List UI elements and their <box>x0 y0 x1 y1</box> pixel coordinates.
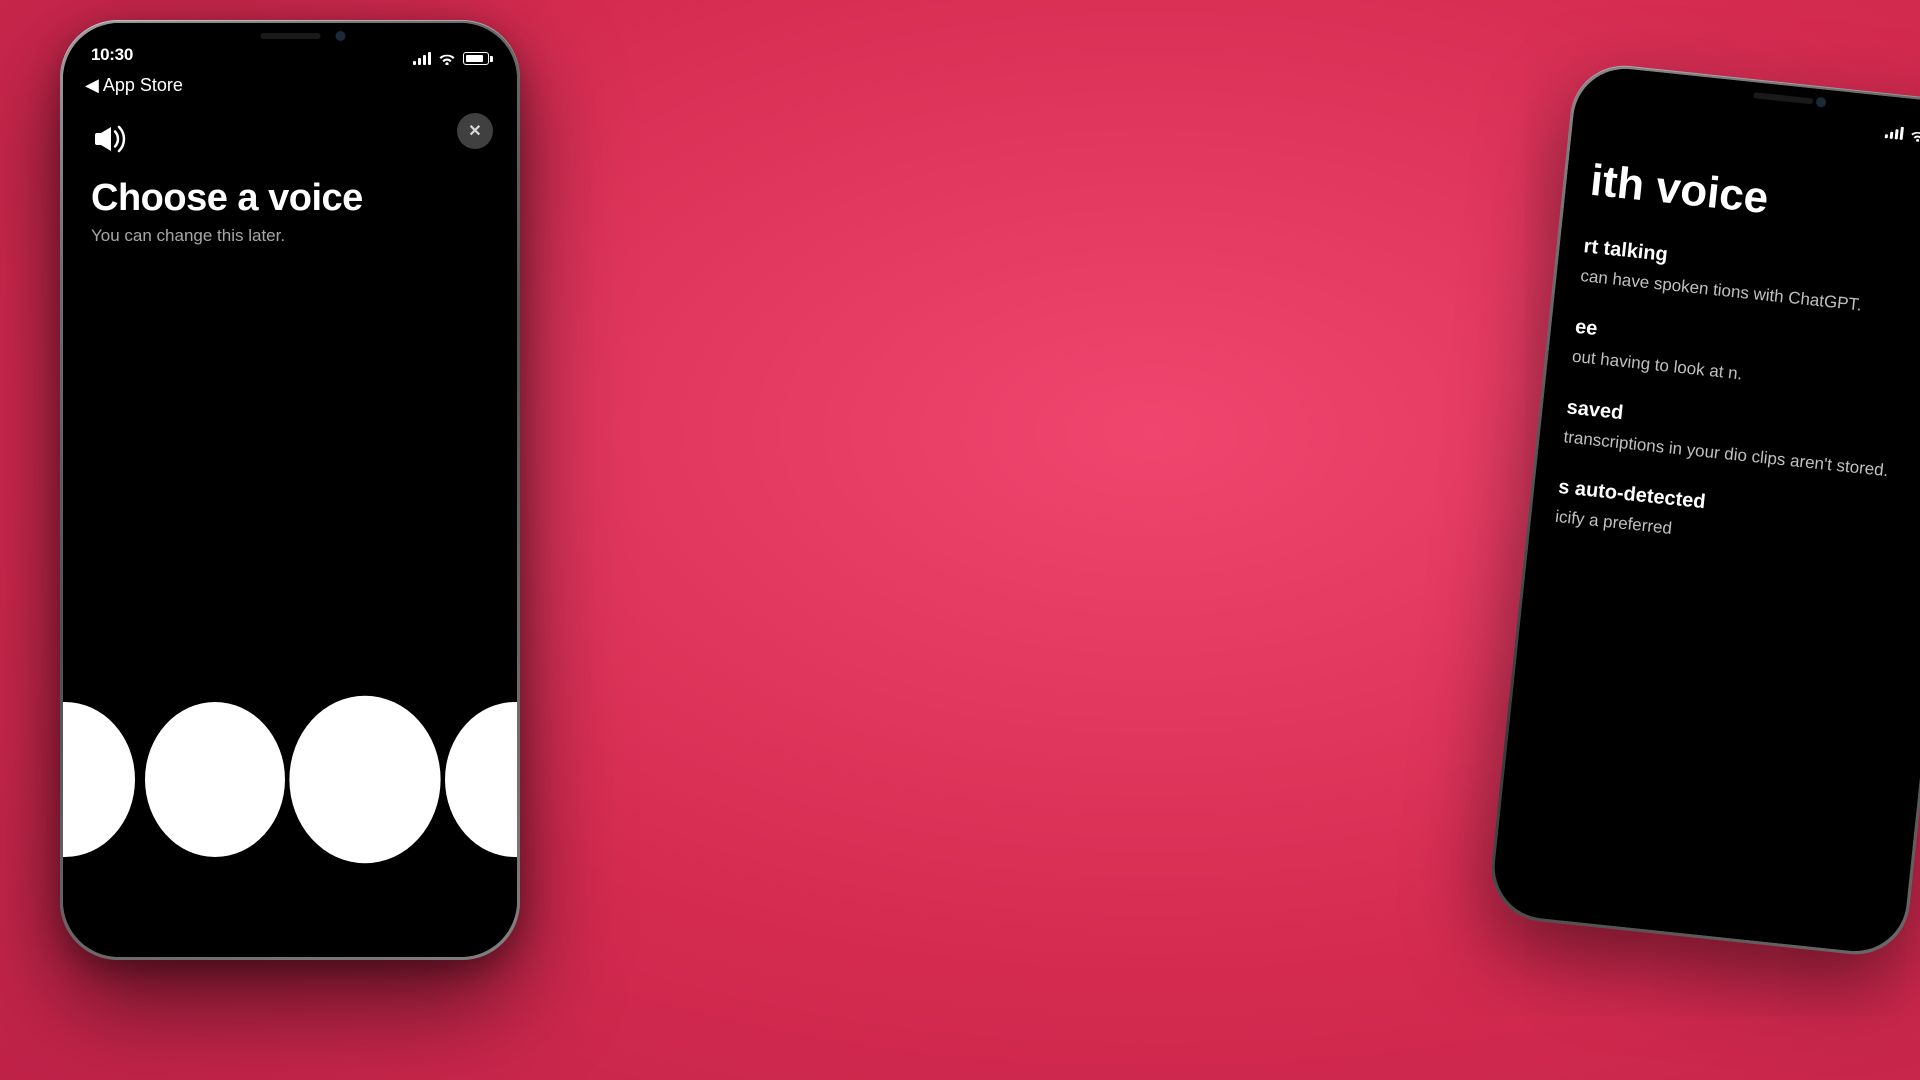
battery-icon-front <box>463 52 489 65</box>
voice-circle-1[interactable] <box>63 702 135 857</box>
signal-icon-front <box>413 53 431 65</box>
wifi-icon-back <box>1910 128 1920 142</box>
modal-title: Choose a voice <box>91 178 489 220</box>
speaker-front <box>260 33 320 39</box>
status-time: 10:30 <box>91 45 133 65</box>
wifi-icon-front <box>438 52 456 65</box>
speaker-back <box>1753 92 1813 104</box>
voice-circles-container <box>63 702 517 857</box>
screen-content: ✕ Choose a voice You can change this lat… <box>63 23 517 957</box>
notch-front <box>213 23 368 55</box>
close-icon: ✕ <box>468 121 481 141</box>
phone-front: 10:30 <box>60 20 520 960</box>
close-button[interactable]: ✕ <box>457 113 493 149</box>
back-section-4: s auto-detected icify a preferred <box>1554 476 1920 567</box>
back-navigation[interactable]: ◀ App Store <box>85 75 183 96</box>
back-section-2: ee out having to look at n. <box>1571 316 1920 407</box>
camera-back <box>1816 97 1827 108</box>
back-title: ith voice <box>1588 156 1920 244</box>
modal-header: Choose a voice You can change this later… <box>63 103 517 246</box>
back-section-3: saved transcriptions in your dio clips a… <box>1562 396 1920 487</box>
signal-icon-back <box>1885 126 1904 140</box>
voice-circle-4[interactable] <box>445 702 517 857</box>
voice-circle-2[interactable] <box>145 702 285 857</box>
voice-circle-3[interactable] <box>289 696 440 863</box>
camera-front <box>336 31 346 41</box>
back-label: App Store <box>103 75 183 96</box>
back-arrow-icon: ◀ <box>85 75 99 96</box>
back-section-1: rt talking can have spoken tions with Ch… <box>1579 235 1920 326</box>
volume-icon <box>91 123 489 162</box>
modal-subtitle: You can change this later. <box>91 226 489 246</box>
